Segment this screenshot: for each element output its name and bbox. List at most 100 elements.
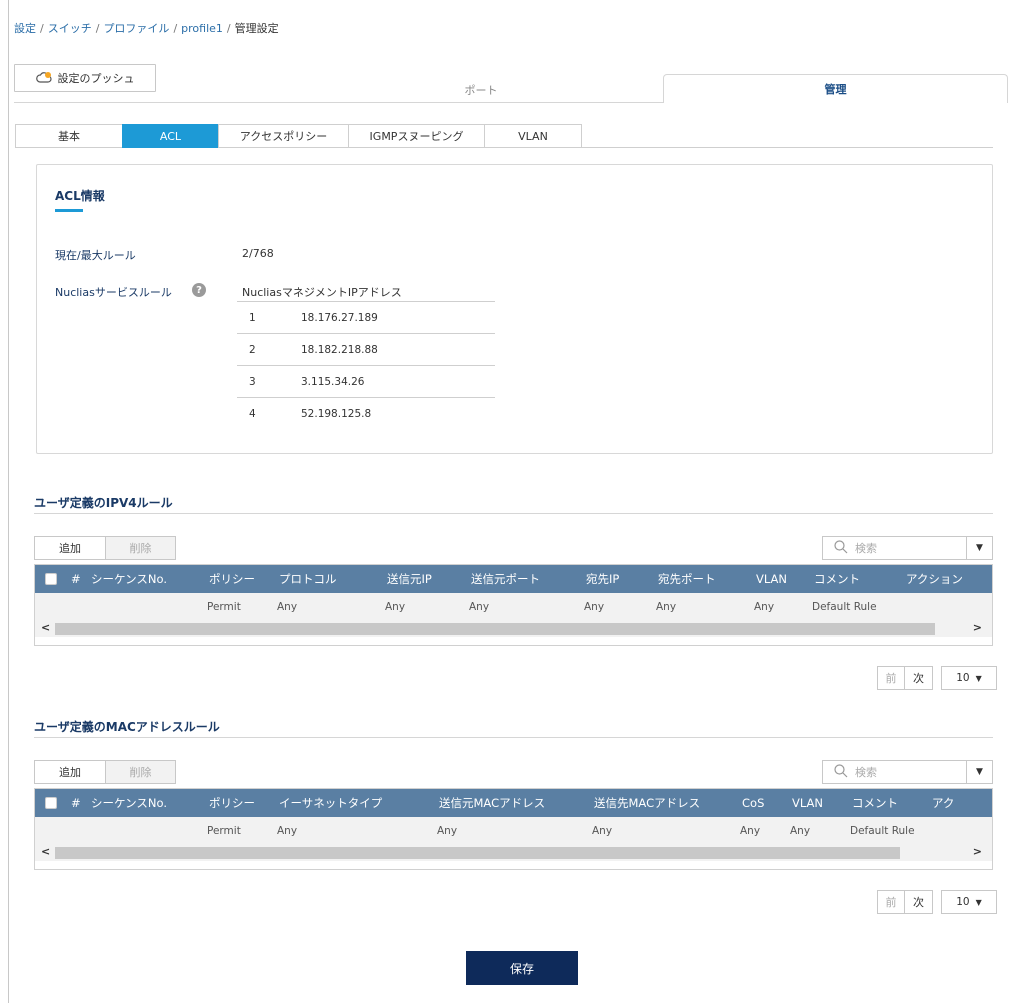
acl-info-title: ACL情報 <box>55 189 105 203</box>
column-header[interactable]: シーケンスNo. <box>91 795 209 811</box>
horizontal-scrollbar[interactable]: < > <box>35 621 992 637</box>
subtab-access-policy[interactable]: アクセスポリシー <box>218 124 348 148</box>
column-header[interactable]: 送信先MACアドレス <box>594 795 742 811</box>
cell-vlan: Any <box>754 601 775 613</box>
mac-pager: 前 次 10 ▼ <box>877 890 997 914</box>
ip-address: 3.115.34.26 <box>301 375 365 388</box>
chevron-right-icon[interactable]: > <box>973 621 982 634</box>
table-row: 1 18.176.27.189 <box>237 302 495 334</box>
column-header[interactable]: 送信元ポート <box>471 571 586 587</box>
mac-rules-title: ユーザ定義のMACアドレスルール <box>34 720 220 734</box>
column-header[interactable]: シーケンスNo. <box>91 571 209 587</box>
column-header[interactable]: コメント <box>852 795 932 811</box>
mac-rules-table: # シーケンスNo. ポリシー イーサネットタイプ 送信元MACアドレス 送信先… <box>34 788 993 870</box>
scrollbar-thumb[interactable] <box>55 847 900 859</box>
subtab-basic[interactable]: 基本 <box>15 124 122 148</box>
mac-delete-button[interactable]: 削除 <box>106 760 176 784</box>
cell-source-ip: Any <box>385 601 406 613</box>
ipv4-pager: 前 次 10 ▼ <box>877 666 997 690</box>
breadcrumb-profile[interactable]: プロファイル <box>103 22 169 35</box>
table-row: 4 52.198.125.8 <box>237 398 495 430</box>
column-header[interactable]: アクション <box>906 571 986 587</box>
cell-source-mac: Any <box>437 825 458 837</box>
next-page-button[interactable]: 次 <box>905 890 933 914</box>
select-all-checkbox[interactable] <box>45 573 57 585</box>
breadcrumb: 設定 / スイッチ / プロファイル / profile1/管理設定 <box>14 22 279 35</box>
breadcrumb-current: 管理設定 <box>234 22 279 35</box>
mac-add-button[interactable]: 追加 <box>34 760 106 784</box>
horizontal-scrollbar[interactable]: < > <box>35 845 992 861</box>
management-ip-header: NucliasマネジメントIPアドレス <box>242 286 402 299</box>
subtabs: 基本 ACL アクセスポリシー IGMPスヌーピング VLAN <box>15 124 582 148</box>
tab-port[interactable]: ポート <box>300 77 662 103</box>
push-settings-button[interactable]: 設定のプッシュ <box>14 64 156 92</box>
page-size-value: 10 <box>956 672 970 684</box>
ipv4-section-divider <box>34 513 993 514</box>
service-rule-label: Nucliasサービスルール <box>55 286 172 299</box>
column-header[interactable]: プロトコル <box>279 571 387 587</box>
subtab-acl[interactable]: ACL <box>122 124 218 148</box>
page-size-value: 10 <box>956 896 970 908</box>
column-header[interactable]: 宛先ポート <box>658 571 756 587</box>
breadcrumb-switch[interactable]: スイッチ <box>48 22 92 35</box>
search-placeholder: 検索 <box>855 766 877 779</box>
prev-page-button[interactable]: 前 <box>877 890 905 914</box>
ipv4-add-button[interactable]: 追加 <box>34 536 106 560</box>
mac-search-input[interactable]: 検索 ▼ <box>822 760 993 784</box>
ipv4-delete-button[interactable]: 削除 <box>106 536 176 560</box>
prev-page-button[interactable]: 前 <box>877 666 905 690</box>
column-header[interactable]: 送信元MACアドレス <box>439 795 594 811</box>
column-header[interactable]: コメント <box>814 571 906 587</box>
help-icon[interactable]: ? <box>192 283 206 297</box>
table-row[interactable]: Permit Any Any Any Any Any Default Rule <box>35 817 992 845</box>
chevron-left-icon[interactable]: < <box>41 621 50 634</box>
save-button[interactable]: 保存 <box>466 951 578 985</box>
ip-index: 2 <box>249 343 256 356</box>
table-row[interactable]: Permit Any Any Any Any Any Any Default R… <box>35 593 992 621</box>
cell-protocol: Any <box>277 601 298 613</box>
ipv4-button-group: 追加 削除 <box>34 536 176 560</box>
subtab-vlan[interactable]: VLAN <box>484 124 582 148</box>
table-header: # シーケンスNo. ポリシー プロトコル 送信元IP 送信元ポート 宛先IP … <box>35 565 992 593</box>
search-icon <box>833 763 851 781</box>
ipv4-search-input[interactable]: 検索 ▼ <box>822 536 993 560</box>
select-all-checkbox[interactable] <box>45 797 57 809</box>
table-row: 2 18.182.218.88 <box>237 334 495 366</box>
column-header[interactable]: VLAN <box>756 572 814 586</box>
chevron-down-icon[interactable]: ▼ <box>966 761 992 783</box>
column-header[interactable]: 送信元IP <box>387 571 471 587</box>
breadcrumb-settings[interactable]: 設定 <box>14 22 36 35</box>
page-size-select[interactable]: 10 ▼ <box>941 666 997 690</box>
cell-dest-port: Any <box>656 601 677 613</box>
column-header: # <box>71 796 81 810</box>
column-header[interactable]: CoS <box>742 796 792 810</box>
column-header[interactable]: ポリシー <box>209 795 279 811</box>
search-placeholder: 検索 <box>855 542 877 555</box>
column-header[interactable]: 宛先IP <box>586 571 658 587</box>
cell-dest-ip: Any <box>584 601 605 613</box>
acl-title-underline <box>55 209 83 212</box>
chevron-right-icon[interactable]: > <box>973 845 982 858</box>
breadcrumb-profile1[interactable]: profile1 <box>181 22 223 35</box>
subtab-igmp-snooping[interactable]: IGMPスヌーピング <box>348 124 484 148</box>
cell-source-port: Any <box>469 601 490 613</box>
column-header[interactable]: アク <box>932 795 972 811</box>
chevron-down-icon[interactable]: ▼ <box>966 537 992 559</box>
cell-policy: Permit <box>207 825 241 837</box>
current-max-rule-label: 現在/最大ルール <box>55 249 136 262</box>
column-header[interactable]: イーサネットタイプ <box>279 795 439 811</box>
next-page-button[interactable]: 次 <box>905 666 933 690</box>
chevron-down-icon: ▼ <box>975 897 982 907</box>
ip-address: 18.182.218.88 <box>301 343 378 356</box>
column-header[interactable]: ポリシー <box>209 571 279 587</box>
table-header: # シーケンスNo. ポリシー イーサネットタイプ 送信元MACアドレス 送信先… <box>35 789 992 817</box>
chevron-left-icon[interactable]: < <box>41 845 50 858</box>
scrollbar-thumb[interactable] <box>55 623 935 635</box>
column-header[interactable]: VLAN <box>792 796 852 810</box>
search-icon <box>833 539 851 557</box>
cell-cos: Any <box>740 825 761 837</box>
table-row: 3 3.115.34.26 <box>237 366 495 398</box>
tab-admin[interactable]: 管理 <box>663 74 1008 103</box>
ipv4-rules-title: ユーザ定義のIPV4ルール <box>34 496 173 510</box>
page-size-select[interactable]: 10 ▼ <box>941 890 997 914</box>
